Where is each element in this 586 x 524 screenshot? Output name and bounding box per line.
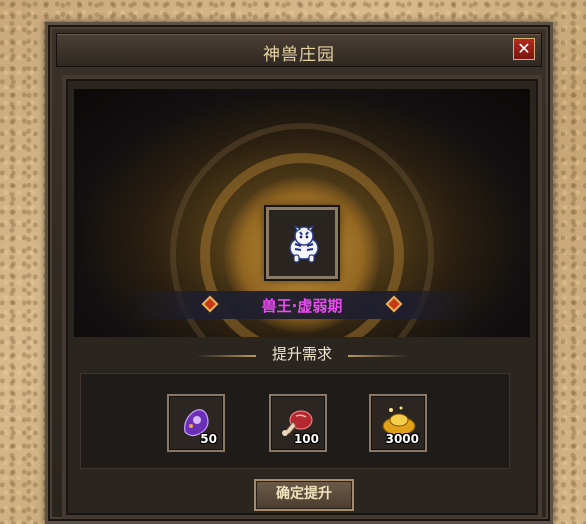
pet-display-scene: 兽王·虚弱期 xyxy=(74,89,530,337)
requirements-header: 提升需求 xyxy=(66,343,538,367)
close-button[interactable]: ✕ xyxy=(513,38,535,60)
item-quantity: 100 xyxy=(293,432,319,446)
requirement-items: 50 100 3000 xyxy=(80,373,510,469)
title-bar: 神兽庄园 ✕ xyxy=(56,33,542,67)
pet-name-bar: 兽王·虚弱期 xyxy=(130,291,474,319)
window-title: 神兽庄园 xyxy=(263,45,335,65)
requirements-title: 提升需求 xyxy=(271,345,332,363)
divider-left xyxy=(196,355,256,357)
requirement-item-gold[interactable]: 3000 xyxy=(369,394,427,452)
item-quantity: 3000 xyxy=(385,432,419,446)
confirm-upgrade-button[interactable]: 确定提升 xyxy=(254,479,354,511)
content-panel: 兽王·虚弱期 提升需求 50 100 3000 确定提升 xyxy=(62,75,542,519)
divider-right xyxy=(348,355,408,357)
white-tiger-icon xyxy=(289,224,319,263)
requirement-item-meat[interactable]: 100 xyxy=(269,394,327,452)
item-quantity: 50 xyxy=(200,432,217,446)
pet-slot[interactable] xyxy=(266,207,338,279)
pet-name: 兽王·虚弱期 xyxy=(261,297,343,315)
requirement-item-gem[interactable]: 50 xyxy=(167,394,225,452)
beast-manor-window: 神兽庄园 ✕ 兽王·虚弱期 提升需求 50 100 3000 确定提升 xyxy=(45,22,553,524)
